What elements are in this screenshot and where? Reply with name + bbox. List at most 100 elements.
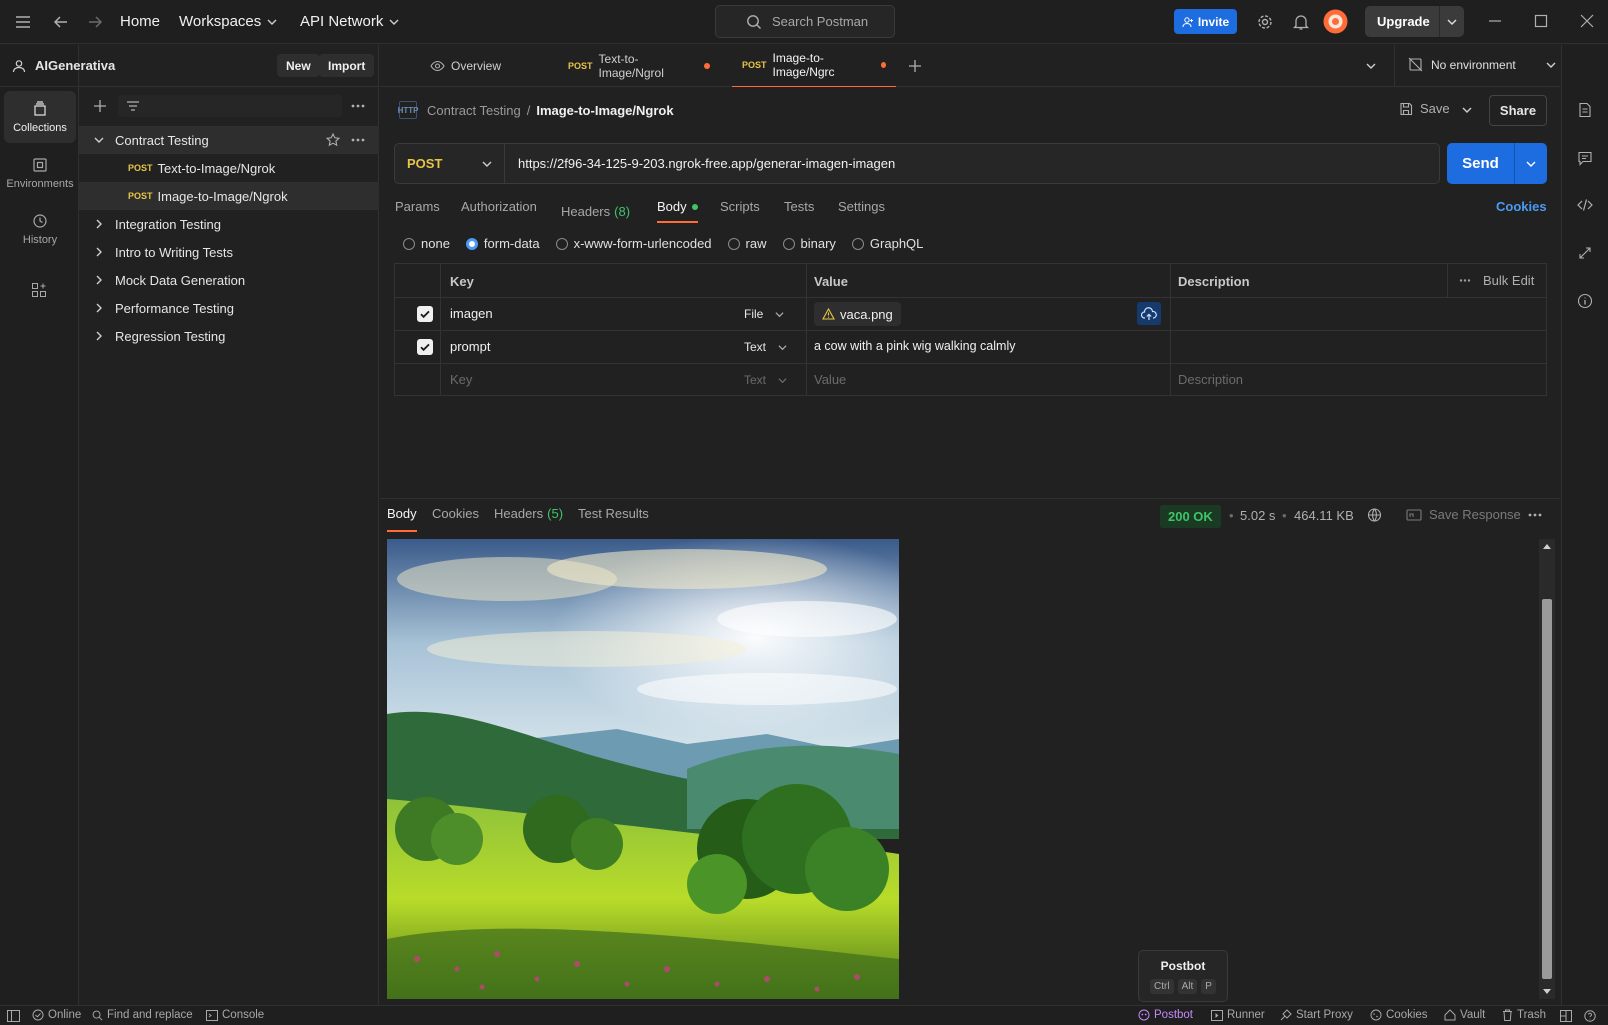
collection-regression-testing[interactable]: Regression Testing	[79, 322, 379, 350]
home-link[interactable]: Home	[120, 13, 160, 30]
toggle-sidebar-icon[interactable]	[7, 1010, 20, 1022]
new-value-input[interactable]: Value	[814, 372, 846, 387]
row-checkbox[interactable]	[417, 339, 433, 355]
more-options-icon[interactable]	[1528, 512, 1542, 518]
menu-icon[interactable]	[14, 13, 32, 31]
trash-button[interactable]: Trash	[1502, 1009, 1546, 1021]
vault-button[interactable]: Vault	[1444, 1009, 1485, 1021]
related-collections-icon[interactable]	[1577, 245, 1593, 261]
file-chip[interactable]: vaca.png	[814, 302, 901, 326]
scroll-down-icon[interactable]	[1543, 989, 1551, 995]
new-button[interactable]: New	[277, 54, 320, 77]
tab-tests[interactable]: Tests	[784, 199, 814, 223]
tab-settings[interactable]: Settings	[838, 199, 885, 223]
save-options-chevron-icon[interactable]	[1462, 105, 1472, 115]
new-description-input[interactable]: Description	[1178, 372, 1243, 387]
request-image-to-image[interactable]: POST Image-to-Image/Ngrok	[79, 182, 379, 210]
body-mode-urlencoded[interactable]: x-www-form-urlencoded	[555, 236, 712, 251]
chevron-down-icon[interactable]	[1447, 17, 1457, 27]
import-button[interactable]: Import	[319, 54, 375, 77]
rail-item-history[interactable]: History	[4, 203, 76, 255]
body-mode-binary[interactable]: binary	[782, 236, 836, 251]
save-button[interactable]: Save	[1399, 101, 1450, 116]
invite-button[interactable]: Invite	[1174, 9, 1237, 34]
more-options-icon[interactable]	[351, 137, 365, 143]
add-collection-icon[interactable]	[93, 99, 107, 113]
postbot-hint[interactable]: Postbot Ctrl Alt P	[1138, 950, 1228, 1002]
more-options-icon[interactable]	[1459, 278, 1471, 283]
upgrade-button[interactable]: Upgrade	[1365, 6, 1464, 37]
row-key[interactable]: prompt	[450, 339, 490, 354]
environment-selector[interactable]: No environment	[1408, 57, 1556, 72]
more-options-icon[interactable]	[351, 103, 365, 109]
body-mode-none[interactable]: none	[403, 236, 450, 251]
scroll-thumb[interactable]	[1542, 599, 1552, 979]
search-input[interactable]: Search Postman	[715, 5, 895, 38]
response-size[interactable]: 464.11 KB	[1294, 508, 1354, 523]
online-status[interactable]: Online	[32, 1009, 81, 1021]
new-type-select[interactable]: Text	[744, 373, 787, 387]
star-icon[interactable]	[326, 133, 340, 147]
workspace-name[interactable]: AIGenerativa	[35, 58, 115, 73]
info-icon[interactable]	[1577, 293, 1593, 309]
row-type-select[interactable]: Text	[744, 340, 787, 354]
rail-item-environments[interactable]: Environments	[4, 147, 76, 199]
documentation-icon[interactable]	[1577, 102, 1593, 118]
console-button[interactable]: Console	[206, 1009, 264, 1021]
request-text-to-image[interactable]: POST Text-to-Image/Ngrok	[79, 154, 379, 182]
save-response-button[interactable]: Save Response	[1406, 507, 1521, 522]
response-time[interactable]: 5.02 s	[1240, 508, 1275, 523]
response-tab-body[interactable]: Body	[387, 506, 417, 532]
response-tab-headers[interactable]: Headers (5)	[494, 506, 563, 532]
cookies-status-button[interactable]: Cookies	[1370, 1009, 1428, 1021]
response-divider[interactable]	[380, 498, 1560, 499]
status-badge[interactable]: 200 OK	[1160, 505, 1221, 528]
code-icon[interactable]	[1577, 197, 1593, 213]
response-tab-test-results[interactable]: Test Results	[578, 506, 649, 532]
body-mode-graphql[interactable]: GraphQL	[851, 236, 923, 251]
filter-input[interactable]	[118, 95, 342, 117]
settings-gear-icon[interactable]	[1256, 13, 1274, 31]
help-icon[interactable]	[1584, 1010, 1596, 1022]
back-arrow-icon[interactable]	[52, 13, 70, 31]
breadcrumb-request[interactable]: Image-to-Image/Ngrok	[536, 103, 673, 118]
avatar[interactable]	[1323, 9, 1348, 34]
cookies-link[interactable]: Cookies	[1496, 199, 1547, 214]
send-button[interactable]: Send	[1447, 143, 1547, 184]
tab-image-to-image[interactable]: POST Image-to-Image/Ngrc	[732, 45, 896, 87]
collection-mock-data-generation[interactable]: Mock Data Generation	[79, 266, 379, 294]
rail-item-collections[interactable]: Collections	[4, 91, 76, 143]
runner-button[interactable]: Runner	[1211, 1009, 1265, 1021]
url-input[interactable]: https://2f96-34-125-9-203.ngrok-free.app…	[518, 156, 895, 171]
new-tab-plus-icon[interactable]	[908, 59, 922, 73]
chevron-down-icon[interactable]	[1526, 159, 1536, 169]
row-checkbox[interactable]	[417, 306, 433, 322]
new-key-input[interactable]: Key	[450, 372, 472, 387]
collection-performance-testing[interactable]: Performance Testing	[79, 294, 379, 322]
upload-cloud-button[interactable]	[1137, 302, 1161, 325]
tab-text-to-image[interactable]: POST Text-to-Image/Ngrol	[558, 45, 720, 87]
response-scrollbar[interactable]	[1539, 539, 1555, 999]
configure-sidebar-icon[interactable]	[31, 282, 47, 298]
notifications-bell-icon[interactable]	[1292, 13, 1310, 31]
workspaces-menu[interactable]: Workspaces	[179, 13, 277, 30]
tab-body[interactable]: Body	[657, 199, 698, 223]
scroll-up-icon[interactable]	[1543, 543, 1551, 549]
find-replace-button[interactable]: Find and replace	[92, 1009, 193, 1021]
tab-overview[interactable]: Overview	[420, 45, 550, 87]
bulk-edit-link[interactable]: Bulk Edit	[1483, 273, 1534, 288]
breadcrumb-collection[interactable]: Contract Testing	[427, 103, 521, 118]
postbot-button[interactable]: Postbot	[1138, 1009, 1193, 1021]
share-button[interactable]: Share	[1489, 95, 1547, 126]
start-proxy-button[interactable]: Start Proxy	[1280, 1009, 1353, 1021]
collection-contract-testing[interactable]: Contract Testing	[79, 126, 379, 154]
method-select[interactable]: POST	[395, 144, 505, 183]
collection-intro-writing-tests[interactable]: Intro to Writing Tests	[79, 238, 379, 266]
tabs-overflow-chevron-icon[interactable]	[1366, 61, 1376, 71]
row-value[interactable]: a cow with a pink wig walking calmly	[814, 339, 1015, 353]
layout-toggle-icon[interactable]	[1560, 1010, 1572, 1022]
minimize-icon[interactable]	[1488, 14, 1502, 28]
tab-scripts[interactable]: Scripts	[720, 199, 760, 223]
network-globe-icon[interactable]	[1367, 507, 1383, 523]
tab-headers[interactable]: Headers (8)	[561, 199, 630, 223]
